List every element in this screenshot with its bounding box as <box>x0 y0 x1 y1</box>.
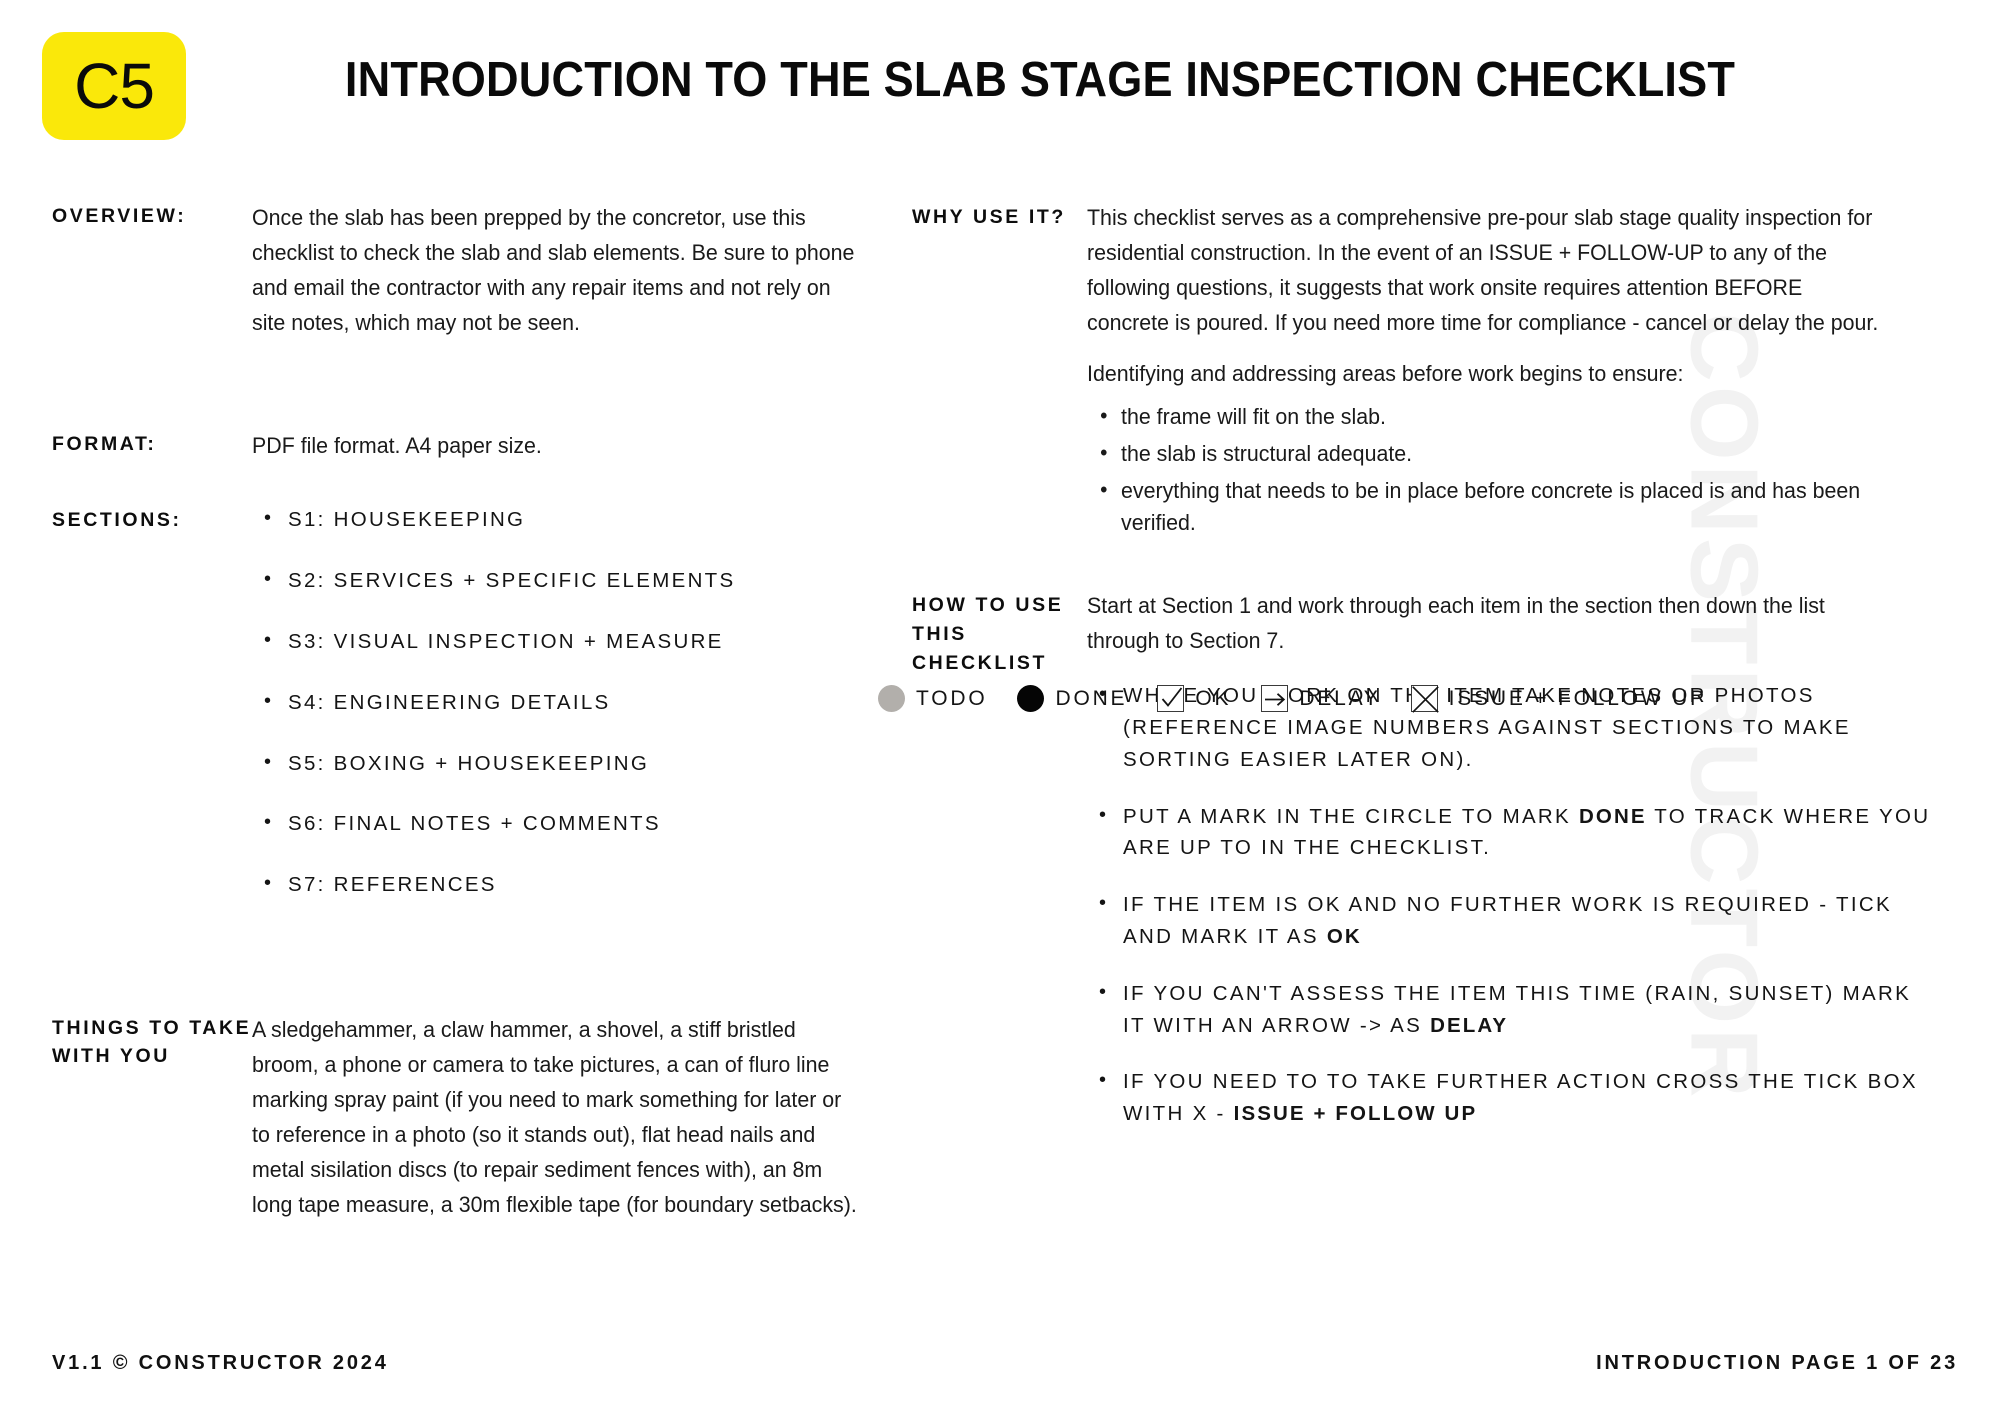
legend-item-delay: DELAY <box>1261 685 1380 712</box>
format-body: PDF file format. A4 paper size. <box>252 428 892 463</box>
page-header: C5 INTRODUCTION TO THE SLAB STAGE INSPEC… <box>0 0 2000 160</box>
bullet-emphasis: OK <box>1326 925 1362 948</box>
why-use-it-block: WHY USE IT? This checklist serves as a c… <box>912 200 1932 544</box>
overview-body: Once the slab has been prepped by the co… <box>252 200 892 340</box>
sections-body: S1: HOUSEKEEPING S2: SERVICES + SPECIFIC… <box>252 503 892 929</box>
list-item: S2: SERVICES + SPECIFIC ELEMENTS <box>264 564 892 597</box>
legend-item-done: DONE <box>1017 685 1127 712</box>
right-column: WHY USE IT? This checklist serves as a c… <box>912 200 1932 1155</box>
bullet-text: PUT A MARK IN THE CIRCLE TO MARK <box>1123 804 1580 828</box>
legend-label-issue: ISSUE + FOLLOW UP <box>1448 686 1707 710</box>
legend-item-ok: OK <box>1157 685 1231 712</box>
overview-block: OVERVIEW: Once the slab has been prepped… <box>52 200 892 340</box>
overview-text: Once the slab has been prepped by the co… <box>252 205 855 336</box>
list-item: S7: REFERENCES <box>264 868 892 901</box>
legend-label-todo: TODO <box>916 686 988 710</box>
section-badge: C5 <box>42 32 186 140</box>
sections-label: SECTIONS: <box>52 509 182 532</box>
status-legend: TODO DONE OK DELAY ISSUE + FOLLOW UP <box>878 685 1707 713</box>
list-item: S5: BOXING + HOUSEKEEPING <box>264 747 892 780</box>
how-to-use-bullets: WHILE YOU WORK ON THE ITEM TAKE NOTES OR… <box>1087 679 1932 1130</box>
legend-item-issue: ISSUE + FOLLOW UP <box>1410 685 1707 713</box>
footer-copyright: V1.1 © CONSTRUCTOR 2024 <box>52 1352 389 1374</box>
list-item: everything that needs to be in place bef… <box>1100 474 1891 539</box>
legend-label-delay: DELAY <box>1299 686 1381 710</box>
why-use-it-bullets: the frame will fit on the slab. the slab… <box>1087 400 1932 539</box>
how-to-use-body: Start at Section 1 and work through each… <box>1087 588 1932 1155</box>
format-label: FORMAT: <box>52 433 157 456</box>
checkbox-tick-icon <box>1157 685 1185 712</box>
list-item: S4: ENGINEERING DETAILS <box>264 686 892 719</box>
list-item: S3: VISUAL INSPECTION + MEASURE <box>264 625 892 658</box>
why-use-it-paragraph-1: This checklist serves as a comprehensive… <box>1087 205 1879 336</box>
things-to-take-block: THINGS TO TAKE WITH YOU A sledgehammer, … <box>52 1012 892 1223</box>
list-item: PUT A MARK IN THE CIRCLE TO MARK DONE TO… <box>1099 800 1932 865</box>
section-badge-label: C5 <box>74 50 155 122</box>
overview-label: OVERVIEW: <box>52 205 187 227</box>
page-title: INTRODUCTION TO THE SLAB STAGE INSPECTIO… <box>344 53 1736 107</box>
how-to-use-block: HOW TO USE THIS CHECKLIST Start at Secti… <box>912 588 1932 1155</box>
box-cross-icon <box>1410 685 1439 713</box>
format-text: PDF file format. A4 paper size. <box>252 433 542 459</box>
list-item: IF YOU NEED TO TO TAKE FURTHER ACTION CR… <box>1099 1065 1932 1130</box>
list-item: S1: HOUSEKEEPING <box>264 503 892 536</box>
how-to-use-label: HOW TO USE THIS CHECKLIST <box>912 594 1064 674</box>
list-item: the slab is structural adequate. <box>1100 437 1891 470</box>
sections-block: SECTIONS: S1: HOUSEKEEPING S2: SERVICES … <box>52 503 892 929</box>
bullet-emphasis: DONE <box>1579 804 1647 828</box>
legend-item-todo: TODO <box>878 685 987 712</box>
list-item: IF THE ITEM IS OK AND NO FURTHER WORK IS… <box>1099 888 1932 953</box>
list-item: IF YOU CAN'T ASSESS THE ITEM THIS TIME (… <box>1099 977 1932 1042</box>
how-to-use-intro: Start at Section 1 and work through each… <box>1087 593 1825 654</box>
list-item: the frame will fit on the slab. <box>1100 400 1891 433</box>
page-footer: V1.1 © CONSTRUCTOR 2024 INTRODUCTION PAG… <box>0 1334 2000 1414</box>
list-item: S6: FINAL NOTES + COMMENTS <box>264 807 892 840</box>
filled-circle-black-icon <box>1017 685 1045 712</box>
left-column: OVERVIEW: Once the slab has been prepped… <box>52 200 892 1222</box>
things-to-take-label: THINGS TO TAKE WITH YOU <box>52 1016 252 1067</box>
format-block: FORMAT: PDF file format. A4 paper size. <box>52 428 892 463</box>
bullet-emphasis: ISSUE + FOLLOW UP <box>1233 1102 1478 1126</box>
footer-page-number: INTRODUCTION PAGE 1 OF 23 <box>1596 1352 1958 1374</box>
bullet-text: IF THE ITEM IS OK AND NO FURTHER WORK IS… <box>1123 893 1892 948</box>
legend-label-done: DONE <box>1055 686 1128 710</box>
filled-circle-grey-icon <box>878 685 905 712</box>
things-to-take-text: A sledgehammer, a claw hammer, a shovel,… <box>252 1016 857 1218</box>
why-use-it-paragraph-2: Identifying and addressing areas before … <box>1087 361 1684 387</box>
box-arrow-right-icon <box>1261 685 1289 712</box>
things-to-take-body: A sledgehammer, a claw hammer, a shovel,… <box>252 1012 892 1223</box>
why-use-it-body: This checklist serves as a comprehensive… <box>1087 200 1932 544</box>
bullet-text: IF YOU CAN'T ASSESS THE ITEM THIS TIME (… <box>1123 981 1912 1037</box>
sections-list: S1: HOUSEKEEPING S2: SERVICES + SPECIFIC… <box>252 503 892 901</box>
why-use-it-label: WHY USE IT? <box>912 206 1066 228</box>
legend-label-ok: OK <box>1195 686 1232 710</box>
bullet-emphasis: DELAY <box>1430 1013 1509 1037</box>
